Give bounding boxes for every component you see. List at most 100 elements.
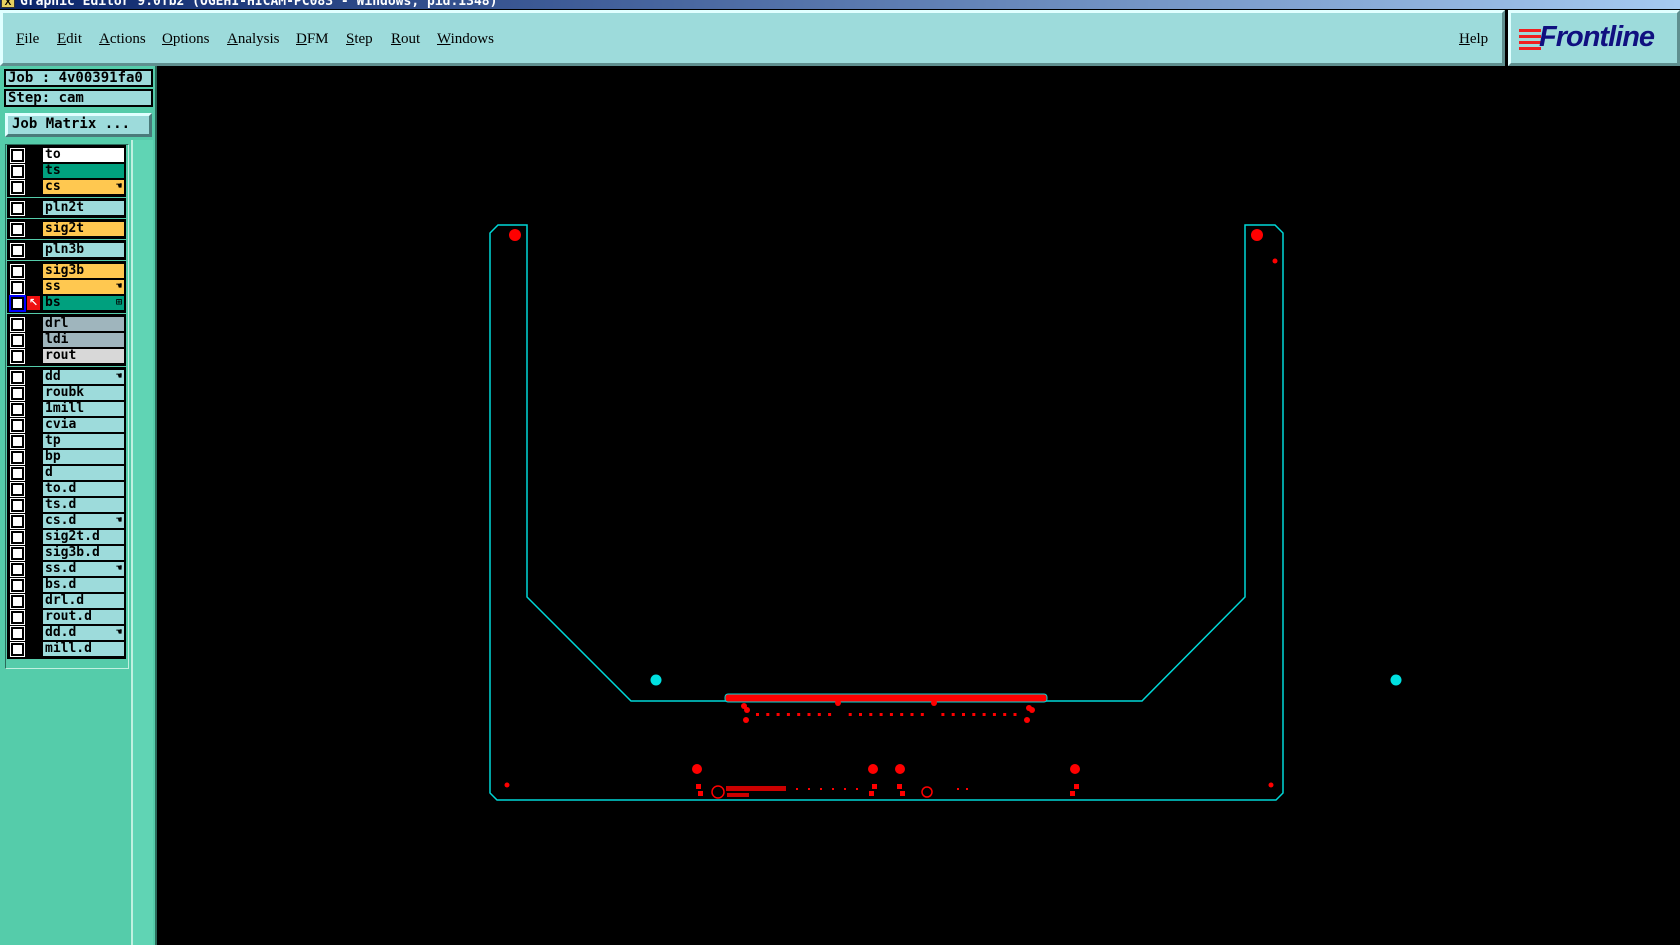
layer-name[interactable]: sig3b	[43, 264, 124, 278]
layer-checkbox[interactable]	[10, 333, 25, 348]
job-matrix-button[interactable]: Job Matrix ...	[5, 113, 152, 137]
layer-row-ts-d[interactable]: ts.d	[9, 497, 124, 513]
menu-edit[interactable]: Edit	[57, 31, 82, 48]
layer-name[interactable]: rout.d	[43, 610, 124, 624]
layer-checkbox[interactable]	[10, 578, 25, 593]
layer-checkbox[interactable]	[10, 201, 25, 216]
layer-name[interactable]: bs ⊞	[43, 296, 124, 310]
graphic-canvas[interactable]	[159, 66, 1680, 945]
layer-checkbox[interactable]	[10, 594, 25, 609]
layer-row-dd-d[interactable]: dd.d ☚	[9, 625, 124, 641]
layer-row-sig3b-d[interactable]: sig3b.d	[9, 545, 124, 561]
layer-name[interactable]: ss.d ☚	[43, 562, 124, 576]
layer-row-dd[interactable]: dd ☚	[9, 369, 124, 385]
layer-row-cs[interactable]: cs ☚	[9, 179, 124, 195]
layer-checkbox[interactable]	[10, 482, 25, 497]
layer-row-cs-d[interactable]: cs.d ☚	[9, 513, 124, 529]
layer-name[interactable]: 1mill	[43, 402, 124, 416]
menu-actions[interactable]: Actions	[99, 31, 146, 48]
layer-name[interactable]: sig2t	[43, 222, 124, 236]
layer-checkbox[interactable]	[10, 180, 25, 195]
layer-checkbox[interactable]	[9, 295, 26, 312]
layer-name[interactable]: dd.d ☚	[43, 626, 124, 640]
layer-name[interactable]: cs.d ☚	[43, 514, 124, 528]
layer-row-mill-d[interactable]: mill.d	[9, 641, 124, 657]
layer-checkbox[interactable]	[10, 280, 25, 295]
layer-name[interactable]: to	[43, 148, 124, 162]
layer-name[interactable]: d	[43, 466, 124, 480]
layer-row-to[interactable]: to	[9, 147, 124, 163]
layer-row-d[interactable]: d	[9, 465, 124, 481]
layer-checkbox[interactable]	[10, 610, 25, 625]
layer-checkbox[interactable]	[10, 386, 25, 401]
menu-rout[interactable]: Rout	[391, 31, 420, 48]
layer-row-rout-d[interactable]: rout.d	[9, 609, 124, 625]
layer-checkbox[interactable]	[10, 164, 25, 179]
layer-row-bs[interactable]: ↖ bs ⊞	[9, 295, 124, 312]
menu-windows[interactable]: Windows	[437, 31, 494, 48]
layer-name[interactable]: dd ☚	[43, 370, 124, 384]
layer-checkbox[interactable]	[10, 418, 25, 433]
layer-checkbox[interactable]	[10, 498, 25, 513]
layer-row-ts[interactable]: ts	[9, 163, 124, 179]
layer-checkbox[interactable]	[10, 402, 25, 417]
layer-row-sig2t-d[interactable]: sig2t.d	[9, 529, 124, 545]
layer-name[interactable]: ss ☚	[43, 280, 124, 294]
layer-name[interactable]: mill.d	[43, 642, 124, 656]
layer-list-scrollbar[interactable]	[131, 140, 153, 945]
menu-dfm[interactable]: DFM	[296, 31, 329, 48]
menu-step[interactable]: Step	[346, 31, 373, 48]
layer-name[interactable]: bp	[43, 450, 124, 464]
layer-row-cvia[interactable]: cvia	[9, 417, 124, 433]
layer-name[interactable]: cs ☚	[43, 180, 124, 194]
layer-name[interactable]: rout	[43, 349, 124, 363]
layer-name[interactable]: cvia	[43, 418, 124, 432]
layer-checkbox[interactable]	[10, 243, 25, 258]
layer-name[interactable]: pln2t	[43, 201, 124, 215]
layer-row-ldi[interactable]: ldi	[9, 332, 124, 348]
layer-name[interactable]: ts	[43, 164, 124, 178]
layer-name[interactable]: sig3b.d	[43, 546, 124, 560]
menu-analysis[interactable]: Analysis	[227, 31, 280, 48]
layer-row-roubk[interactable]: roubk	[9, 385, 124, 401]
layer-row-rout[interactable]: rout	[9, 348, 124, 364]
layer-checkbox[interactable]	[10, 530, 25, 545]
menu-file[interactable]: File	[16, 31, 39, 48]
layer-name[interactable]: roubk	[43, 386, 124, 400]
layer-checkbox[interactable]	[10, 317, 25, 332]
layer-checkbox[interactable]	[10, 642, 25, 657]
menu-help[interactable]: Help	[1459, 31, 1488, 48]
layer-name[interactable]: tp	[43, 434, 124, 448]
layer-name[interactable]: sig2t.d	[43, 530, 124, 544]
layer-row-drl-d[interactable]: drl.d	[9, 593, 124, 609]
layer-row-to-d[interactable]: to.d	[9, 481, 124, 497]
layer-checkbox[interactable]	[10, 546, 25, 561]
layer-name[interactable]: ts.d	[43, 498, 124, 512]
layer-row-sig3b[interactable]: sig3b	[9, 263, 124, 279]
layer-row-1mill[interactable]: 1mill	[9, 401, 124, 417]
layer-name[interactable]: ldi	[43, 333, 124, 347]
layer-name[interactable]: pln3b	[43, 243, 124, 257]
layer-checkbox[interactable]	[10, 222, 25, 237]
layer-row-drl[interactable]: drl	[9, 316, 124, 332]
layer-checkbox[interactable]	[10, 450, 25, 465]
layer-name[interactable]: bs.d	[43, 578, 124, 592]
layer-checkbox[interactable]	[10, 148, 25, 163]
layer-name[interactable]: to.d	[43, 482, 124, 496]
layer-name[interactable]: drl	[43, 317, 124, 331]
layer-checkbox[interactable]	[10, 434, 25, 449]
layer-row-tp[interactable]: tp	[9, 433, 124, 449]
layer-checkbox[interactable]	[10, 264, 25, 279]
layer-row-ss[interactable]: ss ☚	[9, 279, 124, 295]
layer-checkbox[interactable]	[10, 626, 25, 641]
layer-row-ss-d[interactable]: ss.d ☚	[9, 561, 124, 577]
layer-checkbox[interactable]	[10, 514, 25, 529]
layer-row-bp[interactable]: bp	[9, 449, 124, 465]
layer-checkbox[interactable]	[10, 466, 25, 481]
layer-checkbox[interactable]	[10, 349, 25, 364]
menu-options[interactable]: Options	[162, 31, 210, 48]
layer-checkbox[interactable]	[10, 562, 25, 577]
layer-row-sig2t[interactable]: sig2t	[9, 221, 124, 237]
layer-row-pln3b[interactable]: pln3b	[9, 242, 124, 258]
layer-row-pln2t[interactable]: pln2t	[9, 200, 124, 216]
